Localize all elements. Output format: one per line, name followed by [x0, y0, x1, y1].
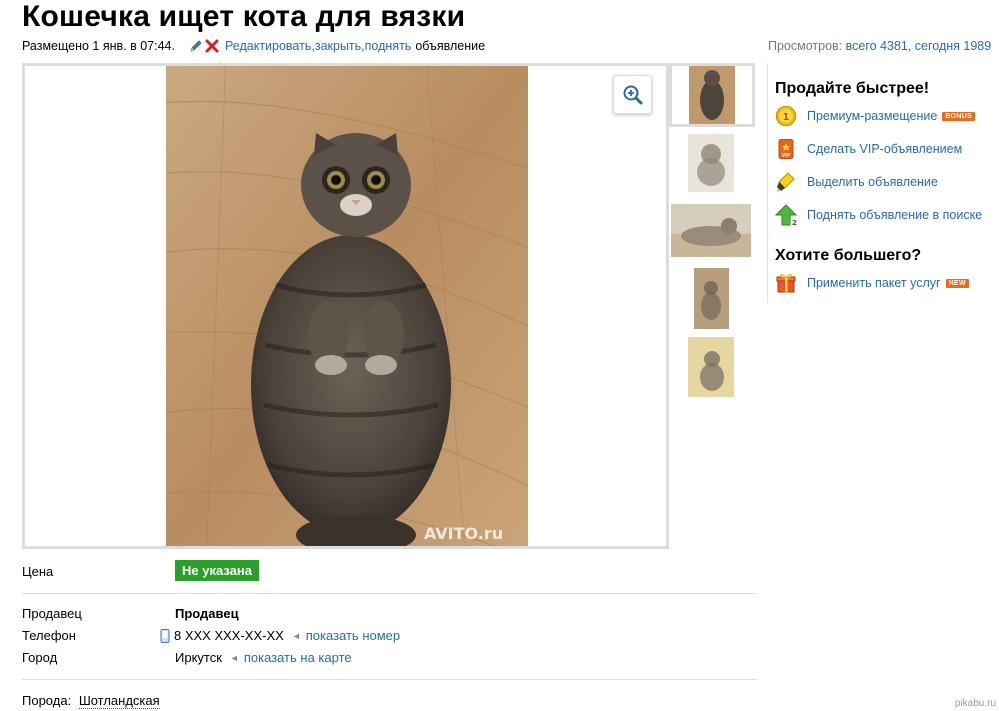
thumbnail-strip [669, 63, 755, 549]
listing-title: Кошечка ищет кота для вязки [22, 0, 466, 33]
bonus-badge: BONUS [942, 111, 976, 121]
phone-label: Телефон [22, 628, 76, 643]
thumbnail-image [672, 66, 752, 124]
breed-label: Порода: [22, 693, 72, 708]
promo-sidebar: Продайте быстрее! 1 Премиум-размещение B… [767, 63, 999, 303]
service-vip[interactable]: VIP Сделать VIP-объявлением [775, 138, 962, 160]
cat-photo-illustration: AVITO.ru [166, 66, 528, 546]
phone-value-wrap: 8 XXX XXX-XX-XX ◄ показать номер [160, 628, 400, 643]
site-watermark: pikabu.ru [954, 698, 996, 709]
thumbnail-3[interactable] [671, 204, 751, 257]
service-label[interactable]: Премиум-размещение [807, 109, 937, 123]
coin-icon: 1 [775, 105, 797, 127]
city-label: Город [22, 650, 58, 665]
thumbnail-1[interactable] [669, 63, 755, 127]
show-phone-link[interactable]: показать номер [306, 628, 400, 643]
close-link[interactable]: закрыть [315, 39, 361, 53]
price-badge: Не указана [175, 560, 259, 581]
heading-want-more: Хотите большего? [775, 247, 922, 264]
views-counter: Просмотров: всего 4381, сегодня 1989 [768, 39, 991, 53]
seller-label: Продавец [22, 606, 82, 621]
photo-watermark: AVITO.ru [424, 524, 503, 543]
seller-row: Продавец Продавец [22, 606, 757, 624]
city-name: Иркутск [175, 650, 222, 665]
breed-value[interactable]: Шотландская [78, 693, 160, 709]
service-premium[interactable]: 1 Премиум-размещение BONUS [775, 105, 976, 127]
listing-meta: Размещено 1 янв. в 07:44. Редактировать,… [22, 39, 485, 53]
heading-sell-faster: Продайте быстрее! [775, 80, 930, 97]
zoom-button[interactable] [613, 75, 652, 114]
service-label[interactable]: Сделать VIP-объявлением [807, 142, 962, 156]
arrow-left-icon: ◄ [291, 630, 301, 641]
service-highlight[interactable]: Выделить объявление [775, 171, 938, 193]
sidebar-divider [767, 63, 768, 303]
listing-actions: Редактировать, закрыть, поднять объявлен… [189, 39, 485, 53]
show-map-link[interactable]: показать на карте [244, 650, 352, 665]
main-photo[interactable]: AVITO.ru [166, 66, 528, 546]
new-badge: NEW [945, 278, 969, 288]
thumbnail-5[interactable] [688, 337, 734, 397]
thumbnail-image [688, 337, 734, 397]
vip-icon: VIP [778, 139, 794, 159]
thumbnail-4[interactable] [694, 268, 729, 329]
city-value-wrap: Иркутск ◄ показать на карте [175, 650, 352, 665]
views-values[interactable]: всего 4381, сегодня 1989 [846, 39, 992, 53]
thumbnail-image [688, 134, 734, 192]
posted-date: Размещено 1 янв. в 07:44. [22, 39, 175, 53]
svg-text:VIP: VIP [782, 153, 791, 159]
thumbnail-image [694, 268, 729, 329]
raise-link[interactable]: поднять [365, 39, 412, 53]
edit-link[interactable]: Редактировать [225, 39, 311, 53]
highlighter-icon [777, 172, 795, 192]
service-label[interactable]: Поднять объявление в поиске [807, 208, 982, 222]
thumbnail-image [671, 204, 751, 257]
gift-icon [776, 274, 796, 293]
price-row: Цена Не указана [22, 560, 757, 585]
photo-gallery: AVITO.ru [22, 63, 669, 549]
service-label[interactable]: Выделить объявление [807, 175, 938, 189]
arrow-left-icon: ◄ [229, 652, 239, 663]
phone-icon [160, 628, 170, 643]
thumbnail-2[interactable] [688, 134, 734, 192]
actions-tail: объявление [415, 39, 486, 53]
views-label: Просмотров: [768, 39, 843, 53]
city-row: Город Иркутск ◄ показать на карте [22, 650, 757, 668]
raise-arrow-icon: 2 [775, 204, 797, 226]
service-package[interactable]: Применить пакет услуг NEW [775, 272, 969, 294]
breed-row: Порода: Шотландская [22, 693, 160, 709]
svg-text:1: 1 [783, 112, 790, 123]
service-label[interactable]: Применить пакет услуг [807, 276, 941, 290]
divider [22, 679, 757, 680]
phone-number: 8 XXX XXX-XX-XX [174, 628, 284, 643]
delete-icon[interactable] [205, 39, 219, 53]
svg-text:2: 2 [792, 219, 797, 226]
zoom-in-icon [623, 85, 642, 104]
price-label: Цена [22, 564, 54, 579]
pencil-icon[interactable] [189, 39, 203, 53]
phone-row: Телефон 8 XXX XXX-XX-XX ◄ показать номер [22, 628, 757, 646]
service-raise[interactable]: 2 Поднять объявление в поиске [775, 204, 982, 226]
price-value-wrap: Не указана [175, 560, 259, 581]
divider [22, 593, 757, 594]
seller-name[interactable]: Продавец [175, 606, 239, 621]
